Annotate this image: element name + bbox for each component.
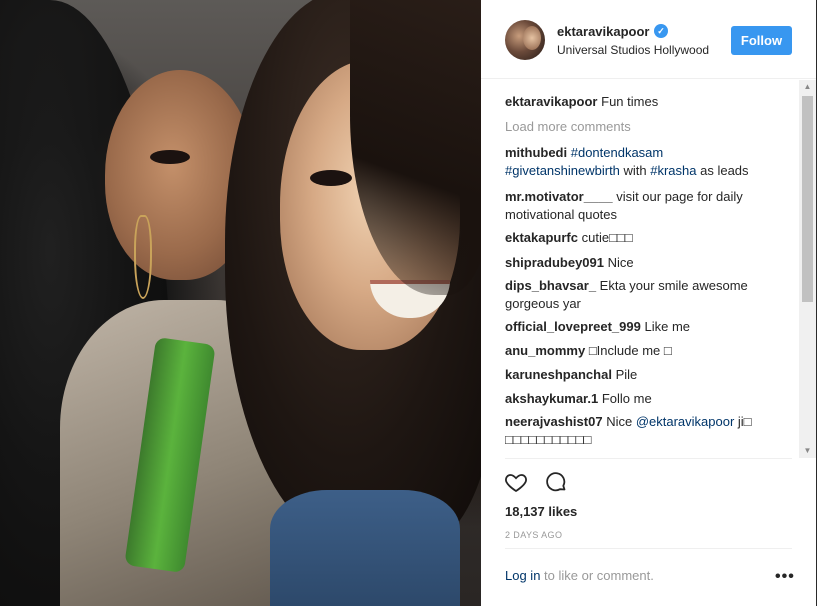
comment-username[interactable]: mithubedi: [505, 145, 567, 160]
action-bar: [481, 462, 816, 502]
comment-text: Nice: [606, 414, 636, 429]
comment-username[interactable]: akshaykumar.1: [505, 391, 598, 406]
comment-item: official_lovepreet_999 Like me: [505, 318, 795, 336]
caption-text: Fun times: [601, 94, 659, 109]
hashtag-link[interactable]: #krasha: [650, 163, 696, 178]
comment-item: neerajvashist07 Nice @ektaravikapoor ji□…: [505, 413, 795, 449]
post-photo[interactable]: [0, 0, 481, 606]
likes-count[interactable]: 18,137 likes: [505, 504, 577, 519]
scroll-up-icon[interactable]: ▲: [799, 80, 816, 94]
comment-username[interactable]: mr.motivator____: [505, 189, 613, 204]
comment-item: anu_mommy □Include me □: [505, 342, 795, 360]
divider: [505, 458, 792, 459]
heart-outline-icon[interactable]: [503, 470, 529, 494]
post-timestamp: 2 DAYS AGO: [505, 530, 563, 540]
comment-username[interactable]: anu_mommy: [505, 343, 585, 358]
login-prompt-text: to like or comment.: [540, 568, 654, 583]
post-details-pane: ektaravikapoor ✓ Universal Studios Holly…: [481, 0, 816, 606]
comments-list[interactable]: ektaravikapoor Fun times Load more comme…: [505, 80, 795, 458]
comment-text: cutie□□□: [581, 230, 633, 245]
caption-username[interactable]: ektaravikapoor: [505, 94, 598, 109]
photo-detail: [270, 490, 460, 606]
comment-item: mr.motivator____ visit our page for dail…: [505, 188, 795, 224]
photo-detail: [150, 150, 190, 164]
scrollbar-thumb[interactable]: [802, 96, 813, 302]
hashtag-link[interactable]: @ektaravikapoor: [636, 414, 734, 429]
post-header: ektaravikapoor ✓ Universal Studios Holly…: [481, 0, 816, 79]
comment-item: dips_bhavsar_ Ekta your smile awesome go…: [505, 277, 795, 313]
login-prompt: Log in to like or comment.: [505, 568, 654, 583]
scroll-down-icon[interactable]: ▼: [799, 444, 816, 458]
caption: ektaravikapoor Fun times: [505, 93, 795, 111]
divider: [505, 548, 792, 549]
follow-button[interactable]: Follow: [731, 26, 792, 55]
comment-username[interactable]: official_lovepreet_999: [505, 319, 641, 334]
comment-username[interactable]: karuneshpanchal: [505, 367, 612, 382]
comments-scrollbar[interactable]: ▲ ▼: [799, 80, 816, 458]
comment-item: mithubedi #dontendkasam #givetanshinewbi…: [505, 144, 795, 180]
location-link[interactable]: Universal Studios Hollywood: [557, 43, 709, 57]
comment-username[interactable]: neerajvashist07: [505, 414, 603, 429]
hashtag-link[interactable]: #dontendkasam: [571, 145, 664, 160]
post-modal: ektaravikapoor ✓ Universal Studios Holly…: [0, 0, 817, 606]
comment-text: Like me: [644, 319, 691, 334]
ellipsis-icon[interactable]: •••: [775, 568, 795, 586]
comment-item: karuneshpanchal Pile: [505, 366, 795, 384]
comment-username[interactable]: ektakapurfc: [505, 230, 578, 245]
comment-username[interactable]: dips_bhavsar_: [505, 278, 596, 293]
comment-text: with: [619, 163, 651, 178]
avatar-detail: [523, 26, 541, 50]
photo-detail: [134, 215, 152, 299]
comment-text: □Include me □: [588, 343, 672, 358]
photo-detail: [310, 170, 352, 186]
username-link[interactable]: ektaravikapoor: [557, 24, 650, 39]
comment-username[interactable]: shipradubey091: [505, 255, 604, 270]
comment-item: akshaykumar.1 Follo me: [505, 390, 795, 408]
comment-text: Follo me: [601, 391, 652, 406]
verified-badge-icon: ✓: [654, 24, 668, 38]
hashtag-link[interactable]: #givetanshinewbirth: [505, 163, 620, 178]
comment-item: shipradubey091 Nice: [505, 254, 795, 272]
comment-text: Pile: [615, 367, 638, 382]
avatar[interactable]: [505, 20, 545, 60]
comment-text: as leads: [696, 163, 749, 178]
comment-item: ektakapurfc cutie□□□: [505, 229, 795, 247]
comment-text: Nice: [607, 255, 634, 270]
comment-bubble-icon[interactable]: [543, 470, 569, 494]
load-more-comments-button[interactable]: Load more comments: [505, 119, 631, 134]
login-link[interactable]: Log in: [505, 568, 540, 583]
